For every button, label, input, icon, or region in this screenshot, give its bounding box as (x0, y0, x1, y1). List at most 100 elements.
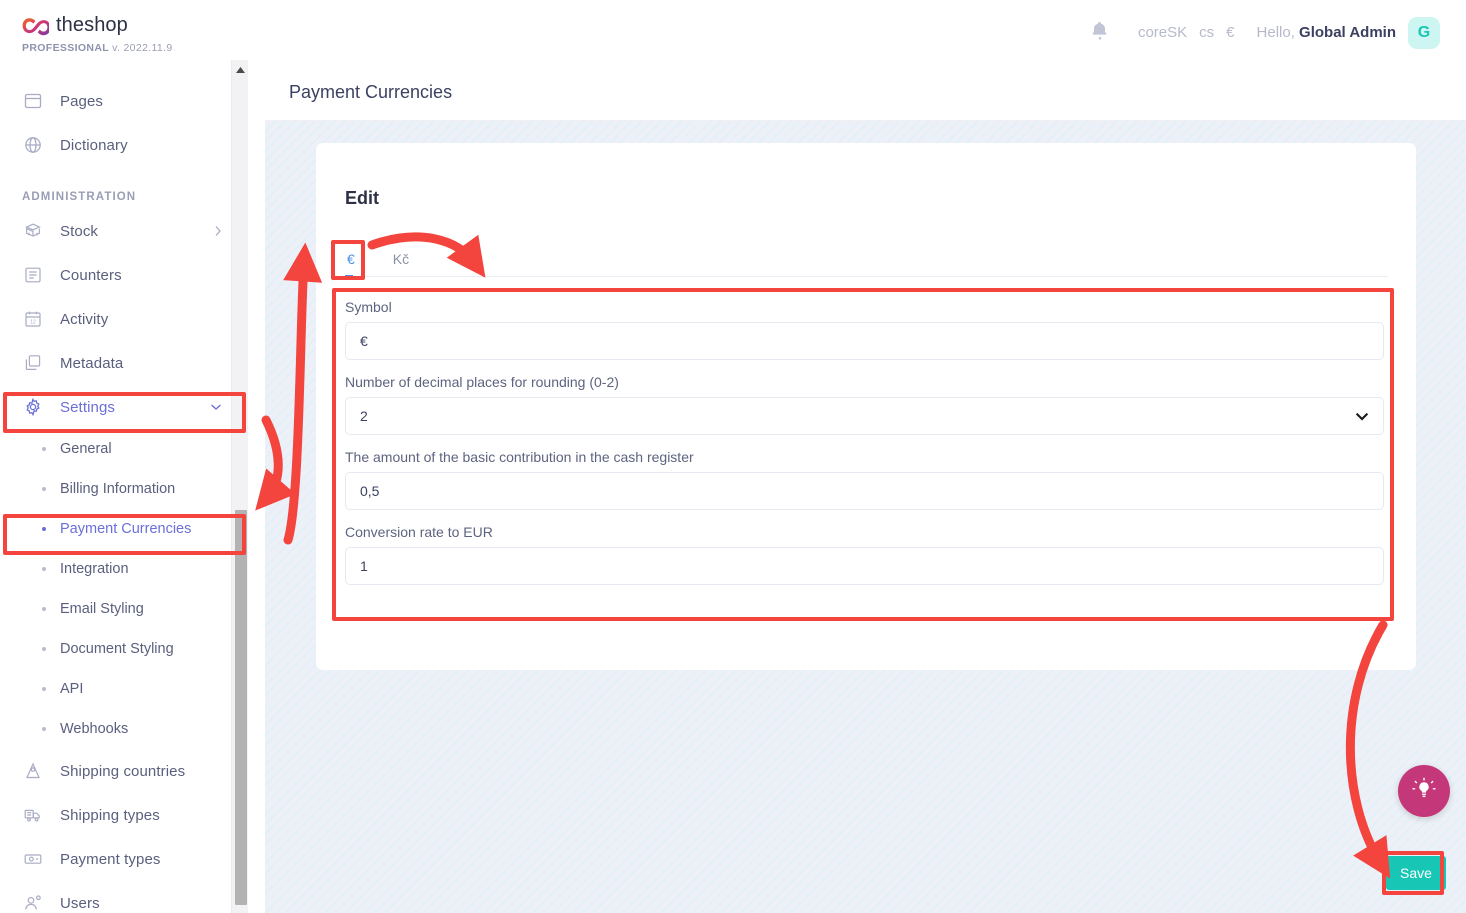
sidebar-section-administration: ADMINISTRATION (22, 191, 137, 203)
sidebar-subitem-label: Billing Information (60, 481, 176, 497)
save-button[interactable]: Save (1386, 856, 1446, 890)
field-label: Number of decimal places for rounding (0… (345, 374, 619, 390)
sidebar-item-general[interactable]: General (0, 429, 248, 469)
bullet-icon (42, 567, 46, 571)
basic-contribution-input[interactable]: 0,5 (345, 472, 1384, 510)
decimal-places-value: 2 (360, 408, 368, 424)
svg-text:12: 12 (30, 320, 36, 326)
sidebar-scrollbar[interactable] (231, 60, 248, 913)
field-basic-contribution: The amount of the basic contribution in … (345, 449, 1388, 510)
bell-icon[interactable] (1090, 20, 1110, 46)
sidebar-item-billing-information[interactable]: Billing Information (0, 469, 248, 509)
sidebar-subitem-label: Payment Currencies (60, 521, 192, 537)
decimal-places-select[interactable]: 2 (345, 397, 1384, 435)
sidebar-item-users[interactable]: Users (0, 881, 248, 913)
sidebar-item-stock[interactable]: Stock (0, 209, 248, 253)
sidebar-item-pages[interactable]: Pages (0, 79, 248, 123)
sidebar-item-label: Dictionary (60, 136, 128, 154)
greeting: Hello, Global Admin (1257, 24, 1396, 41)
sidebar-item-label: Shipping types (60, 806, 160, 824)
sidebar-item-shipping-types[interactable]: Shipping types (0, 793, 248, 837)
field-symbol: Symbol € (345, 299, 1388, 360)
page-title: Payment Currencies (289, 82, 453, 102)
app-root: theshop PROFESSIONAL v. 2022.11.9 Pages (0, 0, 1466, 913)
brand-edition: PROFESSIONAL (22, 42, 109, 54)
sidebar-nav: Pages Dictionary ADMINISTRATION Stock Co… (0, 79, 248, 913)
sidebar-item-payment-currencies[interactable]: Payment Currencies (0, 509, 248, 549)
brand-version: v. 2022.11.9 (112, 42, 173, 54)
chevron-down-icon[interactable] (1355, 408, 1369, 424)
brand-name: theshop (56, 14, 128, 36)
globe-icon (22, 134, 44, 156)
currency-form: Symbol € Number of decimal places for ro… (345, 299, 1388, 585)
bullet-icon (42, 447, 46, 451)
sidebar-item-label: Metadata (60, 354, 124, 372)
sidebar-item-shipping-countries[interactable]: Shipping countries (0, 749, 248, 793)
sidebar: theshop PROFESSIONAL v. 2022.11.9 Pages (0, 0, 248, 913)
pages-icon (22, 90, 44, 112)
context-core[interactable]: coreSK (1138, 24, 1187, 41)
sidebar-item-label: Activity (60, 310, 109, 328)
page-header: Payment Currencies (265, 65, 1466, 121)
sidebar-item-settings[interactable]: Settings (0, 385, 248, 429)
box-icon (22, 220, 44, 242)
sidebar-item-label: Counters (60, 266, 122, 284)
field-conversion-rate: Conversion rate to EUR 1 (345, 524, 1388, 585)
sidebar-subitem-label: Integration (60, 561, 129, 577)
sidebar-item-label: Pages (60, 92, 104, 110)
field-label: Symbol (345, 299, 392, 315)
tab-eur[interactable]: € (345, 243, 369, 277)
content-area: Edit € Kč Symbol € Number of decimal pla… (265, 121, 1466, 913)
sidebar-item-label: Shipping countries (60, 762, 186, 780)
bullet-icon (42, 487, 46, 491)
sidebar-item-counters[interactable]: Counters (0, 253, 248, 297)
help-fab-button[interactable] (1398, 765, 1450, 817)
layers-icon (22, 352, 44, 374)
sidebar-item-integration[interactable]: Integration (0, 549, 248, 589)
sidebar-item-metadata[interactable]: Metadata (0, 341, 248, 385)
symbol-input[interactable]: € (345, 322, 1384, 360)
sidebar-item-label: Stock (60, 222, 99, 240)
infinity-logo-icon (22, 17, 49, 35)
sidebar-item-label: Payment types (60, 850, 161, 868)
topbar: coreSK cs € Hello, Global Admin G (248, 0, 1466, 65)
sidebar-item-document-styling[interactable]: Document Styling (0, 629, 248, 669)
bullet-icon (42, 607, 46, 611)
sidebar-item-email-styling[interactable]: Email Styling (0, 589, 248, 629)
brand-block: theshop PROFESSIONAL v. 2022.11.9 (0, 0, 248, 54)
banknote-icon (22, 848, 44, 870)
tab-czk[interactable]: Kč (391, 243, 423, 276)
bullet-icon (42, 687, 46, 691)
chevron-down-icon[interactable] (210, 403, 222, 411)
field-label: Conversion rate to EUR (345, 524, 493, 540)
context-currency[interactable]: € (1226, 24, 1234, 41)
sidebar-scrollbar-thumb[interactable] (235, 510, 247, 905)
user-add-icon (22, 892, 44, 913)
sidebar-item-webhooks[interactable]: Webhooks (0, 709, 248, 749)
bullet-icon (42, 647, 46, 651)
edit-card: Edit € Kč Symbol € Number of decimal pla… (316, 143, 1416, 670)
greeting-prefix: Hello, (1256, 24, 1295, 41)
sidebar-subitem-label: Email Styling (60, 601, 144, 617)
scroll-up-arrow-icon[interactable] (235, 66, 246, 74)
context-switcher: coreSK cs € (1138, 24, 1235, 41)
user-name: Global Admin (1299, 24, 1396, 41)
sidebar-subitem-label: Webhooks (60, 721, 129, 737)
sidebar-item-api[interactable]: API (0, 669, 248, 709)
brand-edition-line: PROFESSIONAL v. 2022.11.9 (22, 42, 248, 54)
sidebar-item-payment-types[interactable]: Payment types (0, 837, 248, 881)
sidebar-item-dictionary[interactable]: Dictionary (0, 123, 248, 167)
calendar-icon: 12 (22, 308, 44, 330)
bullet-icon (42, 527, 46, 531)
sidebar-subitem-label: General (60, 441, 112, 457)
truck-icon (22, 804, 44, 826)
pin-icon (22, 760, 44, 782)
avatar[interactable]: G (1408, 16, 1440, 49)
list-icon (22, 264, 44, 286)
currency-tabs: € Kč (345, 243, 1388, 277)
sidebar-item-activity[interactable]: 12 Activity (0, 297, 248, 341)
context-language[interactable]: cs (1199, 24, 1214, 41)
conversion-rate-input[interactable]: 1 (345, 547, 1384, 585)
chevron-right-icon[interactable] (214, 225, 222, 237)
gear-icon (22, 396, 44, 418)
